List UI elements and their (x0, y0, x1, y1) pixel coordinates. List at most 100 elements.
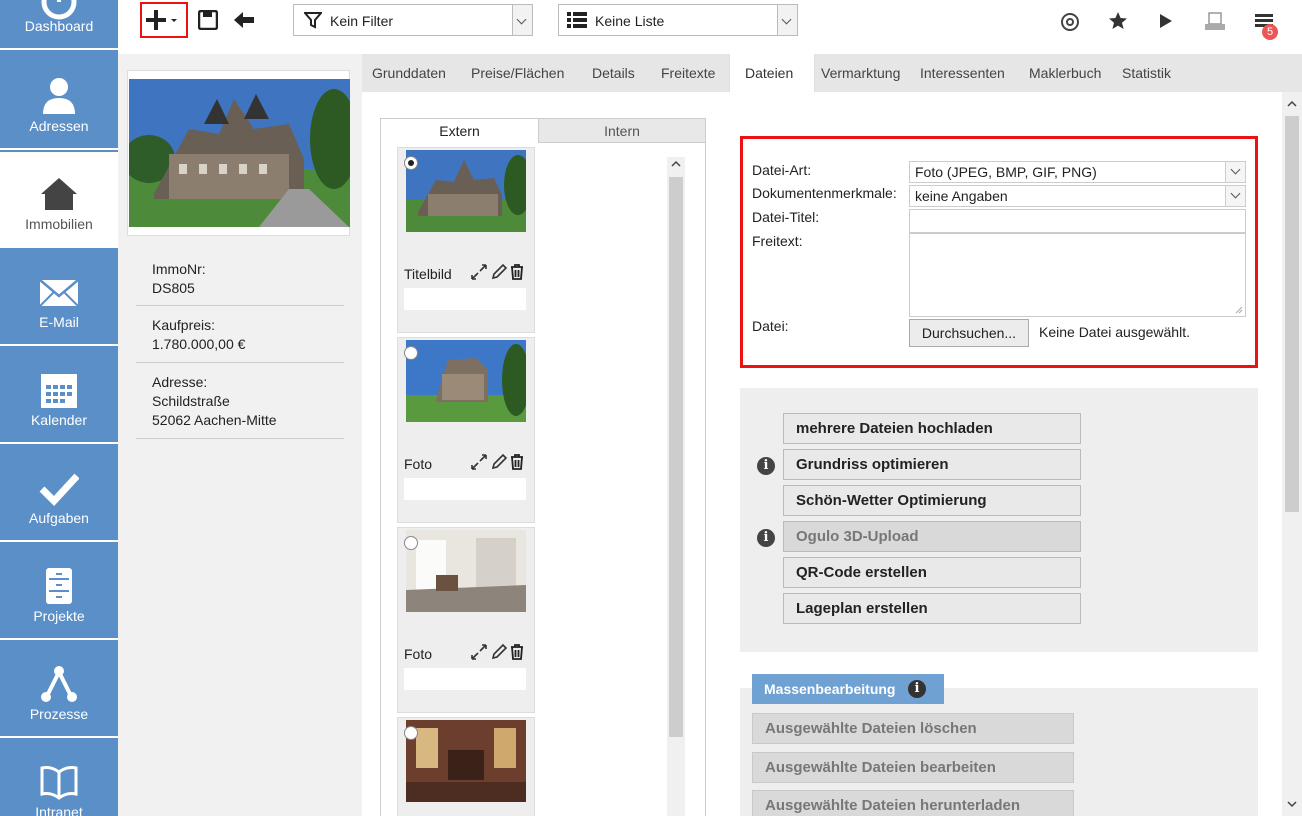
file-caption: Foto (404, 456, 433, 472)
nav-item-prozesse[interactable]: Prozesse (0, 642, 118, 738)
adresse-city: 52062 Aachen-Mitte (152, 412, 277, 428)
file-title-box[interactable] (404, 478, 526, 500)
info-icon[interactable]: i (757, 529, 775, 547)
upload-multiple-button[interactable]: mehrere Dateien hochladen (783, 413, 1081, 444)
trash-icon[interactable] (508, 643, 526, 661)
file-title-box[interactable] (404, 288, 526, 310)
chevron-up-icon[interactable] (667, 157, 685, 171)
file-caption: Titelbild (404, 266, 452, 282)
freitext-textarea[interactable] (909, 233, 1246, 317)
edit-pencil-icon[interactable] (490, 643, 508, 661)
freitext-label: Freitext: (752, 233, 803, 249)
filter-select[interactable]: Kein Filter (293, 4, 533, 36)
back-arrow-icon[interactable] (232, 10, 256, 30)
book-icon (40, 766, 78, 800)
select-radio[interactable] (404, 346, 418, 360)
nav-item-kalender[interactable]: Kalender (0, 348, 118, 444)
tab-maklerbuch[interactable]: Maklerbuch (1029, 54, 1101, 92)
optimize-floorplan-button[interactable]: Grundriss optimieren (783, 449, 1081, 480)
immonr-label: ImmoNr: (152, 261, 206, 277)
nav-item-immobilien[interactable]: Immobilien (0, 152, 118, 248)
toolbar: Kein Filter Keine Liste 5 (118, 0, 1302, 44)
edit-selected-button[interactable]: Ausgewählte Dateien bearbeiten (752, 752, 1074, 783)
process-icon (41, 666, 77, 702)
nav-item-intranet[interactable]: Intranet (0, 740, 118, 816)
chevron-down-icon[interactable] (777, 5, 797, 35)
file-card[interactable] (397, 717, 535, 816)
sidebar: Dashboard Adressen Immobilien E-Mail Kal… (0, 0, 118, 816)
tab-dateien[interactable]: Dateien (729, 54, 815, 92)
merkmale-select[interactable]: keine Angaben (909, 185, 1246, 207)
nav-item-adressen[interactable]: Adressen (0, 54, 118, 150)
tab-intern[interactable]: Intern (539, 119, 705, 143)
chevron-up-icon[interactable] (1282, 94, 1302, 114)
titel-input[interactable] (909, 209, 1246, 233)
mass-edit-tab[interactable]: Massenbearbeitung i (752, 674, 944, 704)
tab-interessenten[interactable]: Interessenten (920, 54, 1005, 92)
file-list-panel: Extern Intern Titelbild Foto Foto (380, 118, 706, 816)
scroll-thumb[interactable] (669, 177, 683, 737)
notifications-button[interactable]: 5 (1254, 10, 1286, 42)
chevron-down-icon[interactable] (512, 5, 532, 35)
file-card[interactable]: Foto (397, 527, 535, 713)
tab-statistik[interactable]: Statistik (1122, 54, 1171, 92)
download-selected-button[interactable]: Ausgewählte Dateien herunterladen (752, 790, 1074, 816)
site-plan-button[interactable]: Lageplan erstellen (783, 593, 1081, 624)
nav-item-dashboard[interactable]: Dashboard (0, 0, 118, 50)
mass-edit-panel: Massenbearbeitung i Ausgewählte Dateien … (740, 674, 1258, 816)
edit-pencil-icon[interactable] (490, 263, 508, 281)
tab-freitexte[interactable]: Freitexte (661, 54, 715, 92)
file-list-scrollbar[interactable] (667, 157, 685, 816)
nav-item-email[interactable]: E-Mail (0, 250, 118, 346)
trash-icon[interactable] (508, 263, 526, 281)
nav-item-aufgaben[interactable]: Aufgaben (0, 446, 118, 542)
select-radio[interactable] (404, 726, 418, 740)
tab-grunddaten[interactable]: Grunddaten (372, 54, 446, 92)
list-select[interactable]: Keine Liste (558, 4, 798, 36)
tab-preise-flaechen[interactable]: Preise/Flächen (471, 54, 564, 92)
plus-icon (146, 10, 177, 30)
nav-label: Projekte (33, 608, 85, 624)
edit-pencil-icon[interactable] (490, 453, 508, 471)
tab-extern[interactable]: Extern (381, 119, 539, 143)
nav-label: Immobilien (25, 216, 93, 232)
chevron-down-icon[interactable] (1225, 162, 1245, 182)
file-card[interactable]: Foto (397, 337, 535, 523)
nav-label: Aufgaben (29, 510, 89, 526)
scroll-thumb[interactable] (1285, 116, 1299, 512)
trash-icon[interactable] (508, 453, 526, 471)
nice-weather-button[interactable]: Schön-Wetter Optimierung (783, 485, 1081, 516)
printer-icon[interactable] (1204, 12, 1226, 32)
list-icon (567, 12, 587, 28)
expand-icon[interactable] (470, 453, 488, 471)
resize-handle-icon[interactable] (1233, 304, 1243, 314)
star-icon[interactable] (1108, 11, 1128, 31)
file-actions-group: mehrere Dateien hochladen i Grundriss op… (740, 388, 1258, 652)
chevron-down-icon[interactable] (1282, 794, 1302, 814)
expand-icon[interactable] (470, 643, 488, 661)
browse-button[interactable]: Durchsuchen... (909, 319, 1029, 347)
main-scrollbar[interactable] (1282, 92, 1302, 816)
chevron-down-icon[interactable] (1225, 186, 1245, 206)
target-icon[interactable] (1060, 12, 1080, 32)
delete-selected-button[interactable]: Ausgewählte Dateien löschen (752, 713, 1074, 744)
property-title-image[interactable] (127, 70, 350, 236)
immonr-field: ImmoNr: DS805 (136, 260, 344, 306)
datei-art-select[interactable]: Foto (JPEG, BMP, GIF, PNG) (909, 161, 1246, 183)
qr-code-button[interactable]: QR-Code erstellen (783, 557, 1081, 588)
file-title-box[interactable] (404, 668, 526, 690)
info-icon[interactable]: i (908, 680, 926, 698)
nav-item-projekte[interactable]: Projekte (0, 544, 118, 640)
save-icon[interactable] (198, 10, 218, 30)
select-radio[interactable] (404, 156, 418, 170)
tab-vermarktung[interactable]: Vermarktung (821, 54, 900, 92)
tab-details[interactable]: Details (592, 54, 635, 92)
info-icon[interactable]: i (757, 457, 775, 475)
immonr-value: DS805 (152, 280, 195, 296)
expand-icon[interactable] (470, 263, 488, 281)
select-radio[interactable] (404, 536, 418, 550)
ogulo-upload-button[interactable]: Ogulo 3D-Upload (783, 521, 1081, 552)
play-icon[interactable] (1158, 13, 1174, 29)
add-button[interactable] (140, 2, 188, 38)
file-card[interactable]: Titelbild (397, 147, 535, 333)
